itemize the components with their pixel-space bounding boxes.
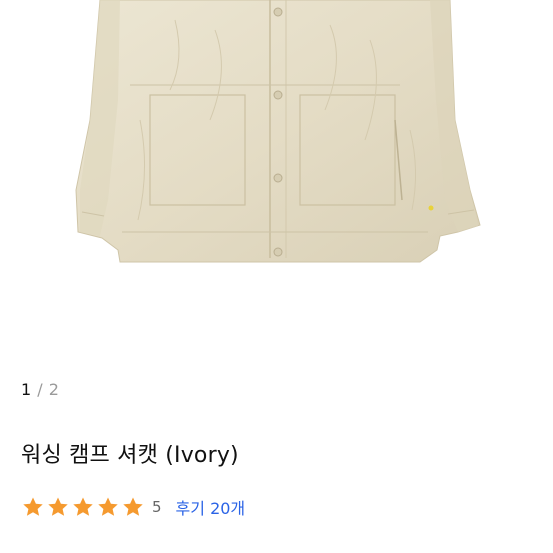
pager-separator: /	[37, 380, 44, 399]
product-title: 워싱 캠프 셔캣 (Ivory)	[21, 443, 239, 468]
star-icon	[46, 495, 70, 519]
rating-value: 5	[152, 498, 162, 516]
star-icon	[21, 495, 45, 519]
rating-row: 5 후기 20개	[21, 495, 245, 519]
pager-total: 2	[48, 380, 60, 399]
reviews-link[interactable]: 후기 20개	[176, 495, 246, 519]
product-image[interactable]	[0, 0, 553, 340]
pager-current: 1	[21, 380, 32, 399]
rating-stars	[21, 495, 145, 519]
star-icon	[71, 495, 95, 519]
star-icon	[121, 495, 145, 519]
star-icon	[96, 495, 120, 519]
image-pager: 1 / 2	[21, 380, 59, 399]
jacket-illustration	[75, 0, 481, 263]
